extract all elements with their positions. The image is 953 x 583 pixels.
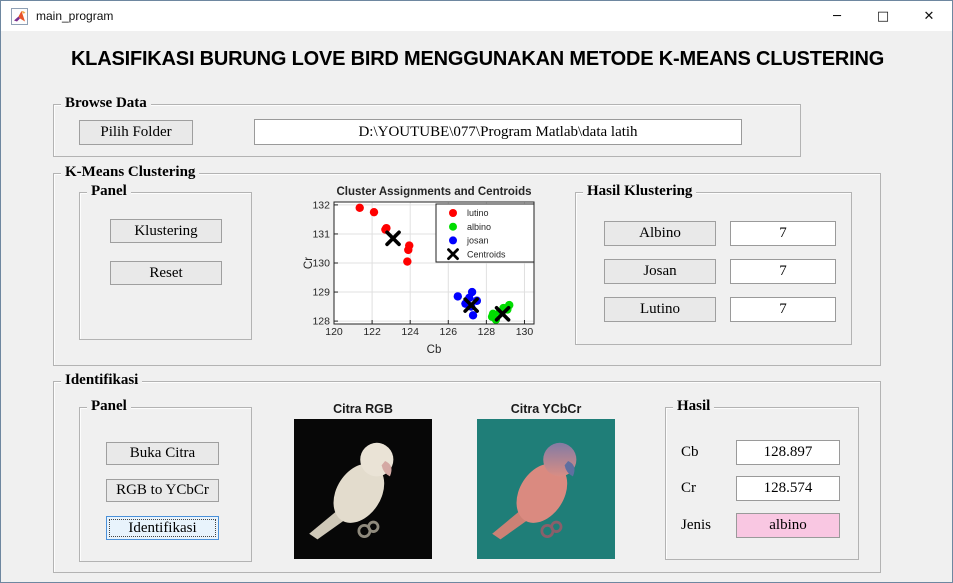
lutino-count-field[interactable]: 7 (730, 297, 836, 322)
hasil-klustering-title: Hasil Klustering (583, 183, 697, 200)
identifikasi-title: Identifikasi (61, 372, 143, 389)
josan-count-button[interactable]: Josan (604, 259, 716, 284)
hasil-title: Hasil (673, 398, 715, 415)
identifikasi-button[interactable]: Identifikasi (106, 516, 219, 540)
identifikasi-panel: Identifikasi Panel Buka Citra RGB to YCb… (53, 372, 881, 573)
svg-text:130: 130 (312, 258, 330, 270)
buka-citra-button[interactable]: Buka Citra (106, 442, 219, 465)
citra-ycbcr-title: Citra YCbCr (510, 402, 582, 416)
main-content: KLASIFIKASI BURUNG LOVE BIRD MENGGUNAKAN… (1, 31, 952, 582)
reset-button[interactable]: Reset (110, 261, 222, 285)
jenis-value-field[interactable]: albino (736, 513, 840, 538)
window-title: main_program (36, 9, 114, 23)
minimize-button[interactable]: ─ (814, 1, 860, 31)
bird-rgb-graphic (309, 442, 394, 540)
hasil-klustering-panel: Hasil Klustering Albino 7 Josan 7 Lutino… (575, 183, 852, 345)
albino-count-field[interactable]: 7 (730, 221, 836, 246)
svg-text:Cluster Assignments and Centro: Cluster Assignments and Centroids (336, 186, 531, 198)
main-window: main_program ─ □ ✕ KLASIFIKASI BURUNG LO… (0, 0, 953, 583)
svg-text:129: 129 (312, 287, 330, 299)
svg-text:Cb: Cb (427, 344, 442, 356)
svg-text:128: 128 (478, 326, 496, 338)
svg-text:130: 130 (516, 326, 534, 338)
klustering-button[interactable]: Klustering (110, 219, 222, 243)
cr-value-field[interactable]: 128.574 (736, 476, 840, 501)
svg-text:124: 124 (401, 326, 419, 338)
app-title: KLASIFIKASI BURUNG LOVE BIRD MENGGUNAKAN… (70, 48, 885, 70)
svg-text:128: 128 (312, 316, 330, 328)
close-button[interactable]: ✕ (906, 1, 952, 31)
window-controls: ─ □ ✕ (814, 1, 952, 31)
svg-text:albino: albino (467, 222, 491, 232)
svg-text:120: 120 (325, 326, 343, 338)
kmeans-panel: K-Means Clustering Panel Klustering Rese… (53, 164, 881, 366)
citra-ycbcr-image (477, 419, 615, 559)
albino-count-button[interactable]: Albino (604, 221, 716, 246)
hasil-panel: Hasil Cb 128.897 Cr 128.574 Jenis albino (665, 398, 859, 560)
citra-rgb-title: Citra RGB (333, 402, 393, 416)
kmeans-button-panel-title: Panel (87, 183, 131, 200)
svg-text:Centroids: Centroids (467, 249, 506, 259)
browse-data-panel: Browse Data Pilih Folder D:\YOUTUBE\077\… (53, 95, 801, 157)
rgb-to-ycbcr-button[interactable]: RGB to YCbCr (106, 479, 219, 502)
cb-label: Cb (681, 444, 699, 460)
matlab-icon (11, 8, 28, 25)
cb-value-field[interactable]: 128.897 (736, 440, 840, 465)
maximize-button[interactable]: □ (860, 1, 906, 31)
pilih-folder-button[interactable]: Pilih Folder (79, 120, 193, 145)
kmeans-title: K-Means Clustering (61, 164, 200, 181)
svg-text:122: 122 (363, 326, 381, 338)
kmeans-button-panel: Panel Klustering Reset (79, 183, 252, 340)
josan-count-field[interactable]: 7 (730, 259, 836, 284)
jenis-label: Jenis (681, 517, 711, 533)
svg-text:lutino: lutino (467, 208, 489, 218)
svg-text:132: 132 (312, 199, 330, 211)
svg-text:Cr: Cr (303, 257, 315, 269)
cr-label: Cr (681, 480, 696, 496)
bird-ycbcr-graphic (492, 442, 577, 540)
lutino-count-button[interactable]: Lutino (604, 297, 716, 322)
svg-text:josan: josan (466, 236, 489, 246)
svg-text:126: 126 (440, 326, 458, 338)
citra-rgb-image (294, 419, 432, 559)
titlebar: main_program ─ □ ✕ (1, 1, 952, 31)
folder-path-field[interactable]: D:\YOUTUBE\077\Program Matlab\data latih (254, 119, 742, 145)
browse-data-title: Browse Data (61, 95, 151, 112)
identifikasi-button-panel-title: Panel (87, 398, 131, 415)
svg-text:131: 131 (312, 228, 330, 240)
identifikasi-button-panel: Panel Buka Citra RGB to YCbCr Identifika… (79, 398, 252, 562)
cluster-plot: 120 122 124 126 128 130 128 129 130 131 132 Cluster… (303, 186, 535, 356)
